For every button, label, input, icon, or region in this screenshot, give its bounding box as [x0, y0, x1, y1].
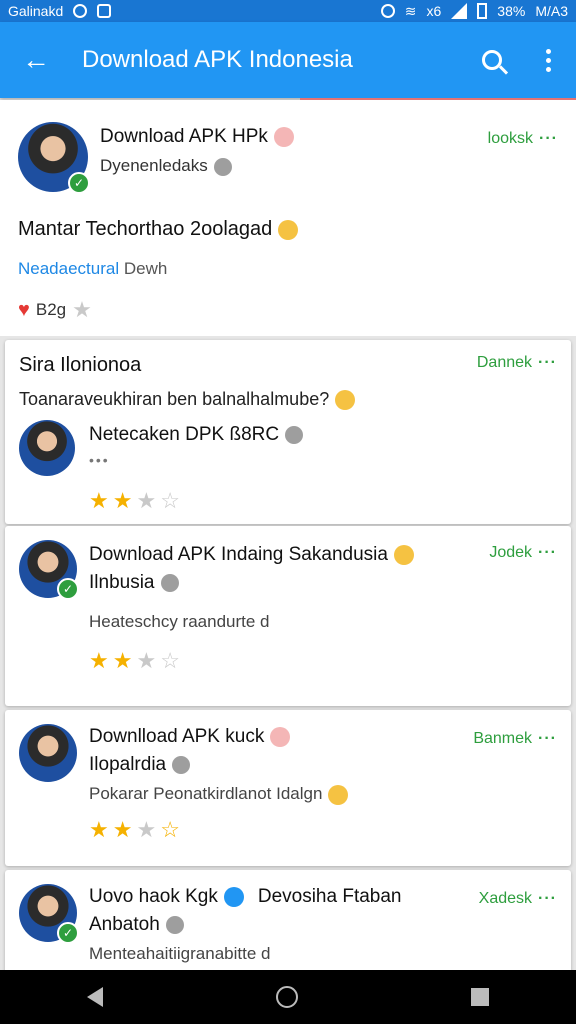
featured-action[interactable]: looksk ··· [488, 122, 558, 148]
verified-icon: ✓ [57, 922, 79, 944]
featured-handle: Dyenenledaks [100, 156, 294, 176]
star-icon: ★ [112, 648, 133, 673]
card-handle: Anbatoh [89, 914, 402, 936]
card-name: Netecaken DPK ß8RC [89, 424, 304, 446]
check-badge-icon [213, 157, 232, 176]
smile-emoji-icon [393, 544, 414, 565]
card-title: Sira Ilonionoa [19, 354, 142, 376]
heart-icon: ♥ [18, 298, 30, 321]
avatar: ✓ [19, 884, 79, 944]
emoji-icon [273, 126, 294, 147]
star-icon: ☆ [160, 488, 180, 514]
search-icon [482, 50, 502, 70]
list-item[interactable]: ✓ Download APK Indaing Sakandusia Ilnbus… [5, 526, 571, 706]
nav-back-icon[interactable] [86, 987, 103, 1007]
featured-tagline: Mantar Techorthao 2oolagad [18, 218, 558, 241]
smile-emoji-icon [328, 784, 349, 805]
card-desc: Heateschcy raandurte d [89, 612, 270, 631]
more-icon[interactable]: ··· [538, 730, 557, 747]
star-outline-icon: ☆ [160, 816, 180, 842]
more-icon[interactable]: ··· [538, 354, 557, 371]
status-bar: Galinakd ≋ x6 38% M/A3 [0, 0, 576, 22]
card-action[interactable]: Dannek ··· [477, 354, 557, 372]
app-notification-icon [97, 4, 112, 18]
card-name: Download APK Indaing Sakandusia [89, 544, 414, 566]
more-icon[interactable]: ··· [538, 890, 557, 907]
back-arrow-icon[interactable]: ← [0, 22, 72, 98]
app-bar: ← Download APK Indonesia [0, 22, 576, 98]
star-icon: ★ [136, 648, 157, 673]
list-item[interactable]: Sira Ilonionoa Dannek ··· Toanaraveukhira… [5, 340, 571, 524]
star-icon: ★ [72, 297, 92, 322]
card-handle: Ilopalrdia [89, 754, 348, 776]
verified-icon: ✓ [57, 578, 79, 600]
feed[interactable]: ✓ Download APK HPk Dyenenledaks looksk ··… [0, 100, 576, 970]
card-action[interactable]: Xadesk ··· [479, 884, 557, 908]
system-nav-bar [0, 970, 576, 1024]
card-action[interactable]: Jodek ··· [489, 540, 557, 562]
star-rating: ★ ★ ★ ☆ [89, 648, 557, 674]
card-handle: Ilnbusia [89, 572, 414, 594]
avatar [19, 420, 75, 477]
card-action[interactable]: Banmek ··· [473, 724, 557, 748]
verified-badge-icon [223, 886, 244, 907]
card-desc: Menteahaitiigranabitte d [89, 944, 271, 963]
check-badge-icon [172, 755, 191, 774]
card-desc: Pokarar Peonatkirdlanot Idalgn [89, 784, 349, 805]
featured-name: Download APK HPk [100, 126, 294, 148]
battery-icon [477, 3, 488, 19]
alarm-icon [380, 4, 395, 18]
smile-emoji-icon [335, 390, 356, 411]
search-button[interactable] [464, 22, 520, 98]
star-icon: ★ [89, 648, 109, 673]
star-icon: ☆ [160, 648, 180, 673]
avatar: ✓ [18, 122, 90, 194]
nav-recents-icon[interactable] [471, 988, 490, 1006]
check-badge-icon [160, 573, 179, 592]
status-carrier: Galinakd [8, 3, 64, 19]
star-rating: ★ ★ ★ ☆ [89, 817, 557, 843]
more-icon[interactable]: ··· [538, 544, 557, 561]
card-meta: ••• [89, 452, 110, 469]
star-icon: ★ [136, 816, 157, 842]
emoji-icon [270, 726, 291, 747]
check-badge-icon [285, 426, 304, 445]
avatar: ✓ [19, 540, 79, 600]
status-time: M/A3 [535, 3, 568, 19]
star-rating: ★ ★ ★ ☆ [89, 488, 557, 514]
wifi-icon: ≋ [404, 2, 417, 19]
check-badge-icon [165, 915, 184, 934]
star-icon: ★ [112, 816, 133, 842]
avatar [19, 724, 77, 782]
card-text: Toanaraveukhiran ben balnalhalmube? [19, 389, 557, 411]
featured-link[interactable]: Neadaectural Dewh [18, 259, 558, 279]
signal-icon [451, 3, 468, 19]
more-vert-icon [545, 48, 551, 72]
page-title: Download APK Indonesia [82, 46, 353, 73]
featured-rating: ♥ B2g ★ [18, 297, 92, 322]
star-icon: ★ [136, 488, 157, 514]
card-name: Downlload APK kuck [89, 726, 348, 748]
network-label: x6 [426, 3, 442, 19]
featured-item[interactable]: ✓ Download APK HPk Dyenenledaks looksk ··… [0, 100, 576, 336]
star-icon: ★ [89, 488, 109, 514]
overflow-menu-button[interactable] [520, 22, 576, 98]
card-name: Uovo haok Kgk Devosiha Ftaban [89, 886, 402, 907]
smile-emoji-icon [278, 219, 299, 240]
star-icon: ★ [89, 816, 109, 842]
more-icon[interactable]: ··· [539, 130, 558, 147]
list-item[interactable]: ✓ Uovo haok Kgk Devosiha Ftaban Anbatoh M… [5, 870, 571, 970]
nav-home-icon[interactable] [275, 986, 298, 1008]
star-icon: ★ [112, 488, 133, 514]
list-item[interactable]: Downlload APK kuck Ilopalrdia Pokarar Pe… [5, 710, 571, 866]
battery-percent: 38% [497, 3, 526, 19]
notification-icon [73, 4, 88, 18]
verified-icon: ✓ [68, 172, 90, 194]
